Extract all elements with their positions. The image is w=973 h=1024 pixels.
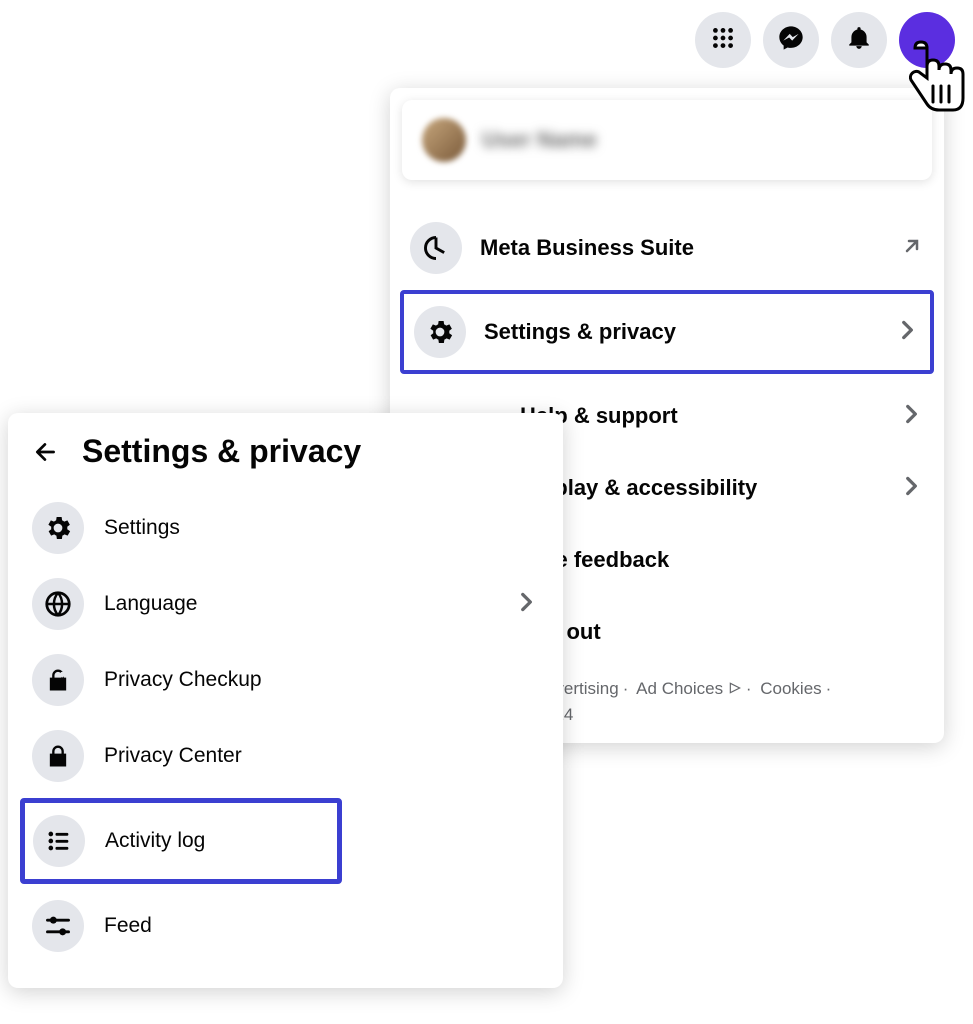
sub-item-activity-log[interactable]: Activity log	[25, 803, 337, 879]
sub-item-feed[interactable]: Feed	[24, 888, 547, 964]
menu-apps-button[interactable]	[695, 12, 751, 68]
chevron-right-icon	[898, 401, 924, 432]
external-link-icon	[900, 234, 924, 263]
sub-item-label: Activity log	[105, 829, 329, 853]
footer-ad-choices[interactable]: Ad Choices	[636, 679, 723, 698]
sub-panel-title: Settings & privacy	[82, 433, 361, 470]
notifications-button[interactable]	[831, 12, 887, 68]
profile-card[interactable]: User Name	[402, 100, 932, 180]
sub-item-settings[interactable]: Settings	[24, 490, 547, 566]
sub-item-label: Feed	[104, 914, 539, 938]
footer-cookies[interactable]: Cookies	[760, 679, 821, 698]
chevron-right-icon	[513, 589, 539, 620]
back-button[interactable]	[28, 434, 64, 470]
sliders-icon	[32, 900, 84, 952]
sub-item-label: Privacy Checkup	[104, 668, 539, 692]
ad-choices-icon	[728, 679, 742, 698]
settings-privacy-panel: Settings & privacy Settings Language Pri…	[8, 413, 563, 988]
bell-icon	[846, 25, 872, 56]
lock-heart-icon	[32, 654, 84, 706]
list-icon	[33, 815, 85, 867]
sub-item-language[interactable]: Language	[24, 566, 547, 642]
menu-item-label: Meta Business Suite	[480, 235, 882, 261]
profile-name: User Name	[482, 127, 597, 153]
messenger-icon	[777, 24, 805, 57]
sub-item-label: Privacy Center	[104, 744, 539, 768]
account-avatar-button[interactable]	[899, 12, 955, 68]
profile-avatar	[422, 118, 466, 162]
sub-item-privacy-checkup[interactable]: Privacy Checkup	[24, 642, 547, 718]
sub-panel-header: Settings & privacy	[24, 433, 547, 470]
menu-item-label: Settings & privacy	[484, 319, 876, 345]
chevron-right-icon	[898, 473, 924, 504]
topbar	[695, 12, 955, 68]
apps-grid-icon	[710, 25, 736, 56]
sub-item-privacy-center[interactable]: Privacy Center	[24, 718, 547, 794]
menu-item-settings-privacy[interactable]: Settings & privacy	[410, 300, 924, 364]
messenger-button[interactable]	[763, 12, 819, 68]
lock-icon	[32, 730, 84, 782]
highlight-activity-log: Activity log	[20, 798, 342, 884]
sub-item-label: Settings	[104, 516, 539, 540]
sub-item-label: Language	[104, 592, 493, 616]
chevron-right-icon	[894, 317, 920, 348]
menu-item-meta-business-suite[interactable]: Meta Business Suite	[402, 212, 932, 284]
gear-icon	[32, 502, 84, 554]
globe-icon	[32, 578, 84, 630]
highlight-settings-privacy: Settings & privacy	[400, 290, 934, 374]
meta-suite-icon	[410, 222, 462, 274]
gear-icon	[414, 306, 466, 358]
